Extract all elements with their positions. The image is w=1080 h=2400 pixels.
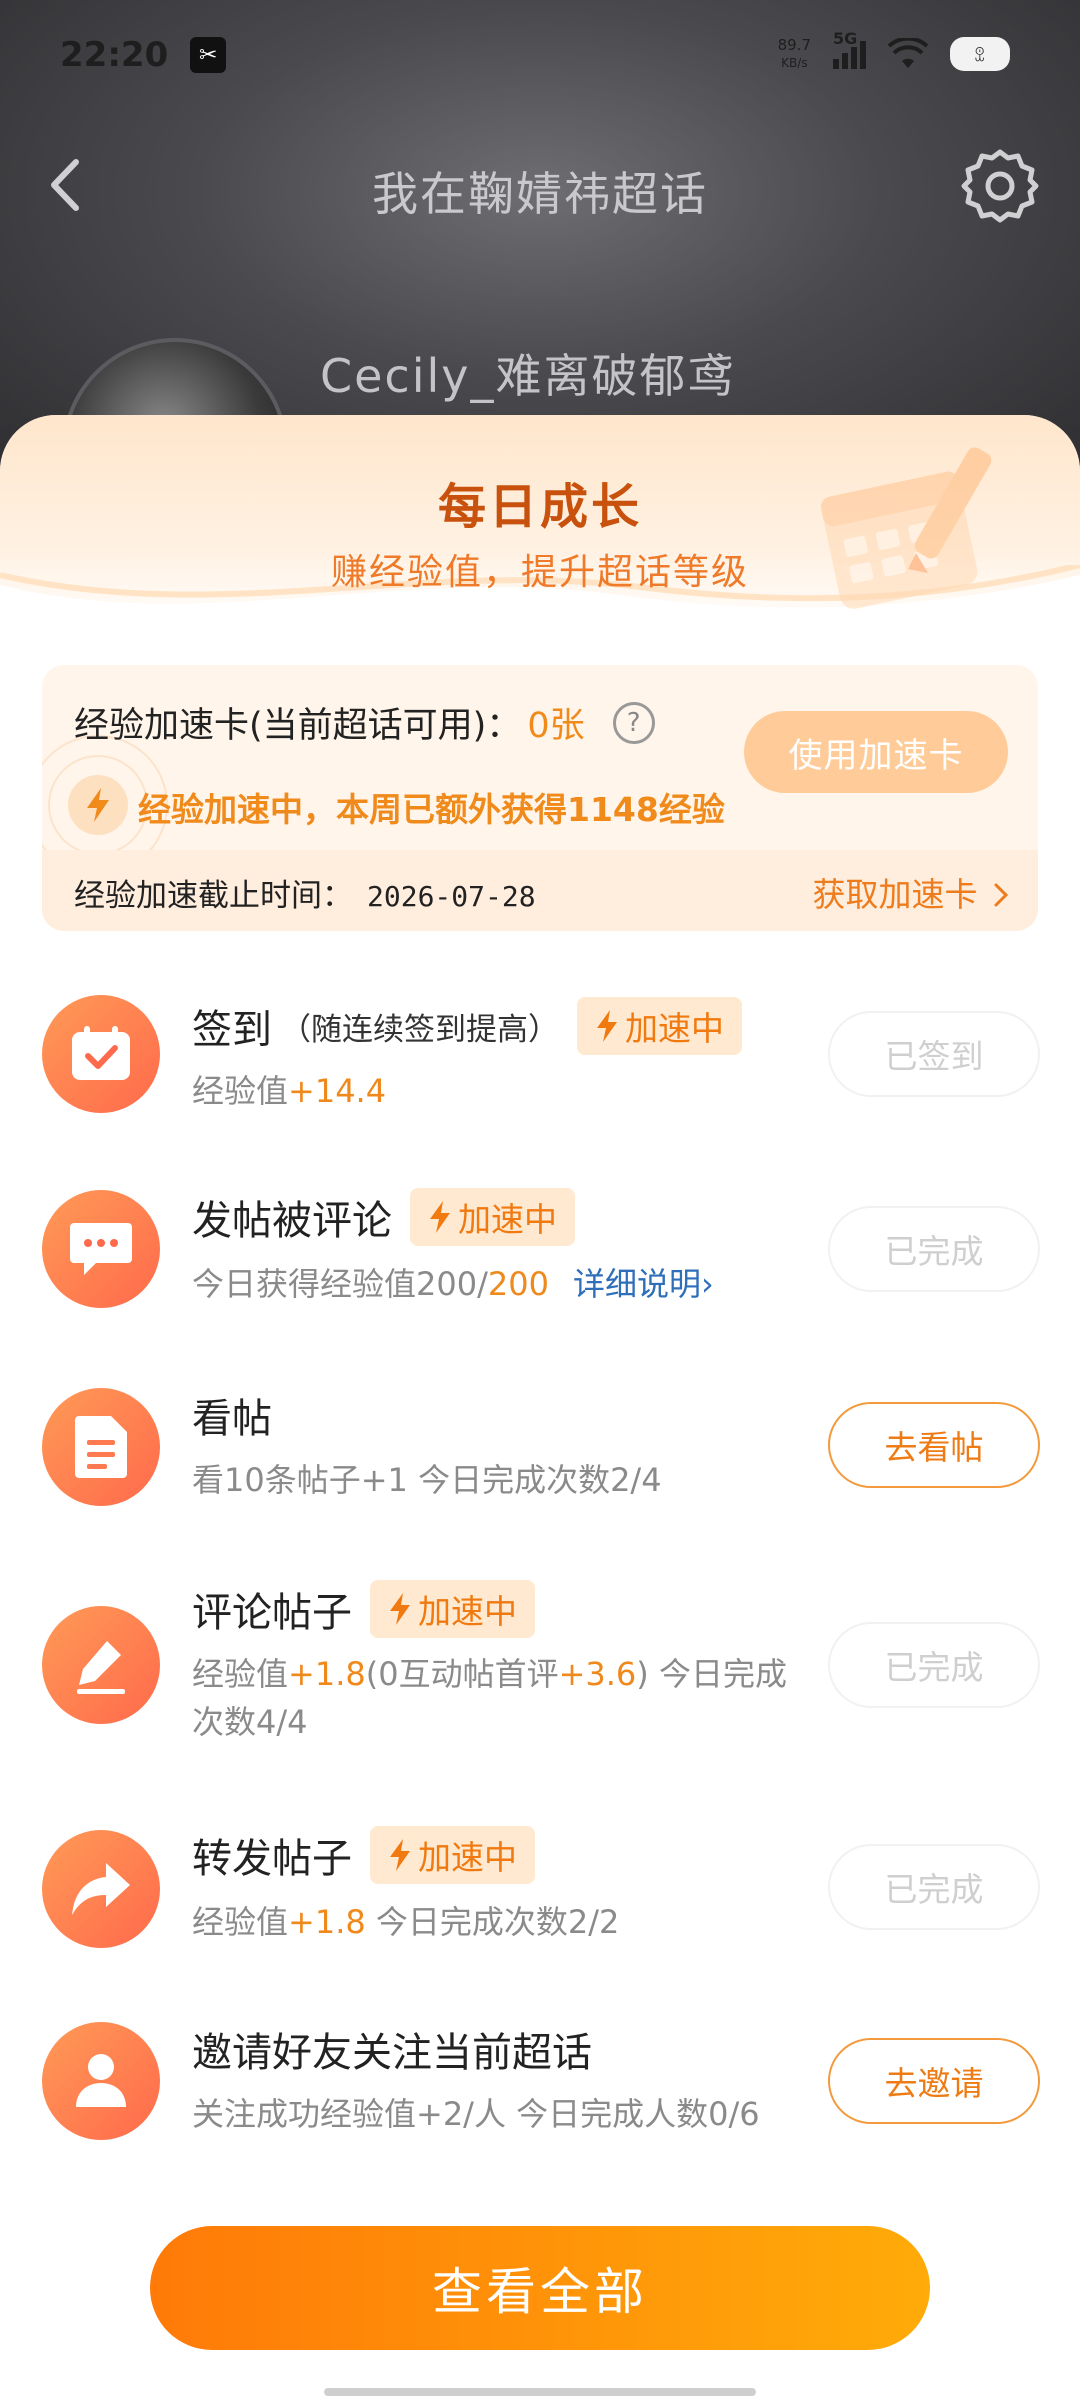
task-title: 签到 （随连续签到提高） 加速中 bbox=[192, 997, 742, 1055]
speed-badge-label: 加速中 bbox=[458, 1200, 557, 1239]
task-title-text: 转发帖子 bbox=[192, 1836, 352, 1882]
battery-icon: ꀾ bbox=[950, 37, 1010, 71]
deadline-date: 2026-07-28 bbox=[367, 880, 536, 913]
task-title: 评论帖子 加速中 bbox=[192, 1580, 535, 1638]
task-desc: 经验值+1.8 今日完成次数2/2 bbox=[192, 1898, 812, 1946]
desc-text: 经验值 bbox=[192, 1903, 289, 1941]
task-title: 看帖 bbox=[192, 1386, 272, 1444]
bolt-icon bbox=[390, 1839, 410, 1871]
accelerator-footer: 经验加速截止时间： 2026-07-28 获取加速卡 bbox=[42, 850, 1038, 931]
speed-badge: 加速中 bbox=[410, 1188, 575, 1246]
accelerator-info: 经验加速卡(当前超话可用)： 0张 ? bbox=[74, 697, 655, 748]
details-link[interactable]: 详细说明› bbox=[573, 1265, 714, 1303]
accelerator-status: 经验加速中，本周已额外获得1148经验 bbox=[138, 790, 725, 829]
sheet-title: 每日成长 bbox=[437, 479, 642, 535]
speed-badge-label: 加速中 bbox=[625, 1009, 724, 1048]
profile-name: Cecily_难离破郁鸢 bbox=[320, 349, 736, 403]
speed-badge-label: 加速中 bbox=[418, 1838, 517, 1877]
task-desc: 经验值+1.8(0互动帖首评+3.6) 今日完成次数4/4 bbox=[192, 1650, 812, 1746]
exp-value: +1.8 bbox=[288, 1903, 366, 1941]
document-icon bbox=[42, 1388, 160, 1506]
battery-label: ꀾ bbox=[973, 45, 987, 65]
desc-text: 经验值 bbox=[192, 1072, 289, 1110]
exp-value: +14.4 bbox=[288, 1072, 387, 1110]
task-repost: 转发帖子 加速中 经验值+1.8 今日完成次数2/2 已完成 bbox=[0, 1818, 1080, 1998]
task-title-text: 发帖被评论 bbox=[192, 1198, 392, 1244]
task-invite-friends: 邀请好友关注当前超话 关注成功经验值+2/人 今日完成人数0/6 去邀请 bbox=[0, 2014, 1080, 2194]
wifi-icon bbox=[888, 38, 928, 68]
pen-edit-icon bbox=[42, 1606, 160, 1724]
task-sign-in: 签到 （随连续签到提高） 加速中 经验值+14.4 已签到 bbox=[0, 985, 1080, 1165]
status-indicators: 89.7 KB/s 5G ꀾ bbox=[778, 29, 1010, 72]
task-title-text: 看帖 bbox=[192, 1396, 272, 1442]
chat-bubble-icon bbox=[42, 1190, 160, 1308]
task-desc: 今日获得经验值200/200 详细说明› bbox=[192, 1260, 832, 1308]
status-bar: 22:20 ✂ 89.7 KB/s 5G ꀾ bbox=[0, 0, 1080, 110]
desc-text: (0互动帖首评 bbox=[365, 1655, 559, 1693]
completed-button[interactable]: 已完成 bbox=[828, 1206, 1040, 1292]
speed-badge-label: 加速中 bbox=[418, 1592, 517, 1631]
network-speed: 89.7 KB/s bbox=[778, 36, 811, 72]
exp-value: +3.6 bbox=[558, 1655, 637, 1693]
go-view-posts-button[interactable]: 去看帖 bbox=[828, 1402, 1040, 1488]
capcut-app-icon: ✂ bbox=[190, 37, 227, 73]
signed-in-button[interactable]: 已签到 bbox=[828, 1011, 1040, 1097]
use-accelerator-button[interactable]: 使用加速卡 bbox=[744, 711, 1008, 793]
task-title: 邀请好友关注当前超话 bbox=[192, 2020, 592, 2078]
task-title-text: 评论帖子 bbox=[192, 1590, 352, 1636]
get-accelerator-label: 获取加速卡 bbox=[812, 875, 978, 914]
task-desc: 经验值+14.4 bbox=[192, 1067, 812, 1115]
exp-value: 200 bbox=[487, 1265, 549, 1303]
task-title-text: 邀请好友关注当前超话 bbox=[192, 2030, 592, 2076]
task-desc: 看10条帖子+1 今日完成次数2/4 bbox=[192, 1461, 662, 1499]
chevron-right-icon bbox=[994, 883, 1009, 907]
task-title: 转发帖子 加速中 bbox=[192, 1826, 535, 1884]
network-speed-value: 89.7 bbox=[777, 36, 811, 54]
desc-text: 今日获得经验值200/ bbox=[192, 1265, 488, 1303]
home-indicator[interactable] bbox=[324, 2388, 756, 2396]
settings-gear-icon[interactable] bbox=[960, 146, 1040, 226]
speed-badge: 加速中 bbox=[370, 1580, 535, 1638]
task-view-posts: 看帖 看10条帖子+1 今日完成次数2/4 去看帖 bbox=[0, 1376, 1080, 1556]
bolt-icon bbox=[597, 1010, 617, 1042]
help-icon[interactable]: ? bbox=[612, 701, 655, 744]
network-type: 5G bbox=[833, 29, 858, 48]
deadline-label: 经验加速截止时间： bbox=[74, 878, 353, 914]
deadline: 经验加速截止时间： 2026-07-28 bbox=[74, 870, 536, 915]
speed-badge: 加速中 bbox=[370, 1826, 535, 1884]
task-desc: 关注成功经验值+2/人 今日完成人数0/6 bbox=[192, 2095, 760, 2133]
accelerator-count: 0张 bbox=[527, 706, 585, 746]
task-title-text: 签到 bbox=[192, 1007, 272, 1053]
page-title: 我在鞠婧祎超话 bbox=[372, 167, 708, 221]
completed-button[interactable]: 已完成 bbox=[828, 1622, 1040, 1708]
share-arrow-icon bbox=[42, 1830, 160, 1948]
user-icon bbox=[42, 2022, 160, 2140]
bolt-icon bbox=[390, 1593, 410, 1625]
speed-badge: 加速中 bbox=[577, 997, 742, 1055]
sheet-subtitle: 赚经验值，提升超话等级 bbox=[330, 552, 749, 593]
go-invite-button[interactable]: 去邀请 bbox=[828, 2038, 1040, 2124]
task-comment-posts: 评论帖子 加速中 经验值+1.8(0互动帖首评+3.6) 今日完成次数4/4 已… bbox=[0, 1572, 1080, 1772]
exp-value: +1.8 bbox=[288, 1655, 366, 1693]
nav-bar: 我在鞠婧祎超话 bbox=[0, 130, 1080, 240]
bolt-icon bbox=[430, 1201, 450, 1233]
signal-icon: 5G bbox=[833, 29, 866, 69]
calendar-check-icon bbox=[42, 995, 160, 1113]
network-speed-unit: KB/s bbox=[781, 56, 808, 70]
accelerator-card: 经验加速卡(当前超话可用)： 0张 ? 使用加速卡 经验加速中，本周已额外获得1… bbox=[42, 665, 1038, 931]
task-post-commented: 发帖被评论 加速中 今日获得经验值200/200 详细说明› 已完成 bbox=[0, 1180, 1080, 1360]
desc-text: 经验值 bbox=[192, 1655, 289, 1693]
task-note: （随连续签到提高） bbox=[280, 1011, 559, 1048]
accelerator-label: 经验加速卡(当前超话可用)： bbox=[74, 706, 522, 746]
completed-button[interactable]: 已完成 bbox=[828, 1844, 1040, 1930]
view-all-button[interactable]: 查看全部 bbox=[150, 2226, 930, 2350]
get-accelerator-link[interactable]: 获取加速卡 bbox=[813, 868, 1011, 916]
bolt-icon bbox=[68, 775, 128, 835]
desc-text: 今日完成次数2/2 bbox=[365, 1903, 620, 1941]
status-time: 22:20 bbox=[60, 35, 169, 75]
task-title: 发帖被评论 加速中 bbox=[192, 1188, 575, 1246]
